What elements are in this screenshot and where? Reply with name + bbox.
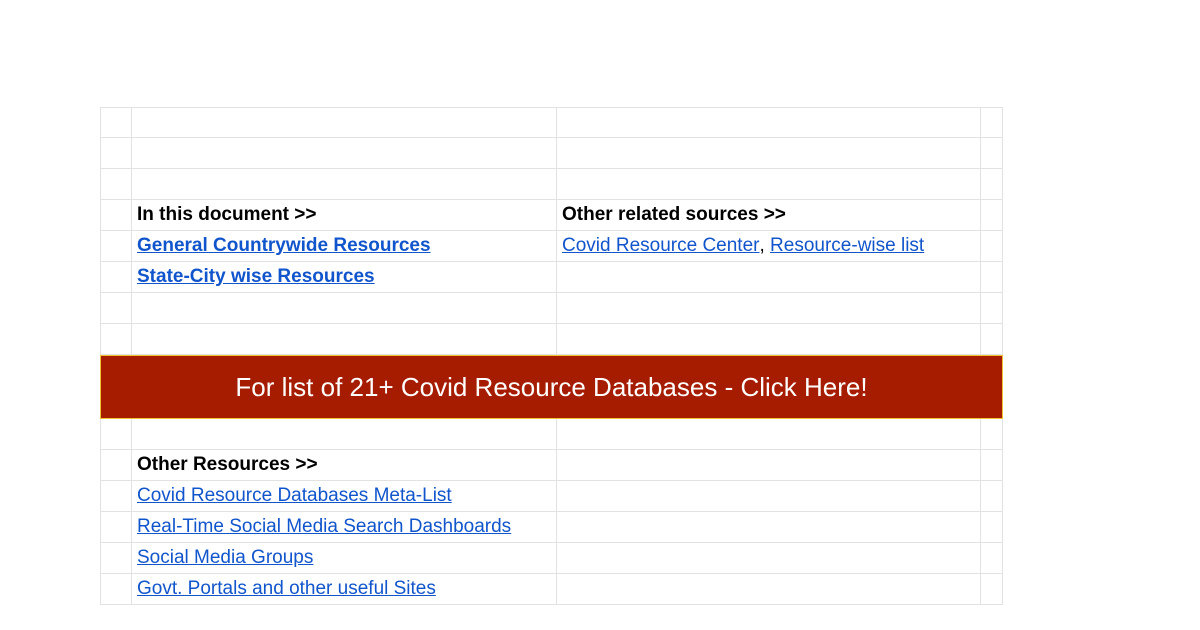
- sheet-cell[interactable]: [557, 169, 981, 199]
- sheet-cell[interactable]: [981, 543, 1003, 573]
- sheet-cell[interactable]: [100, 450, 132, 480]
- sheet-cell[interactable]: [100, 293, 132, 323]
- sheet-cell[interactable]: [981, 481, 1003, 511]
- sheet-cell[interactable]: [132, 169, 557, 199]
- sheet-cell[interactable]: [132, 138, 557, 168]
- sheet-cell[interactable]: [557, 574, 981, 604]
- sheet-cell[interactable]: [557, 450, 981, 480]
- covid-resource-center-link[interactable]: Covid Resource Center: [562, 235, 759, 257]
- sheet-cell[interactable]: [132, 108, 557, 137]
- sheet-cell[interactable]: [557, 481, 981, 511]
- sheet-cell[interactable]: [100, 512, 132, 542]
- sheet-row: Other Resources >>: [100, 450, 1003, 481]
- sheet-cell[interactable]: [981, 512, 1003, 542]
- sheet-cell: Real-Time Social Media Search Dashboards: [132, 512, 557, 542]
- social-media-dashboards-link[interactable]: Real-Time Social Media Search Dashboards: [137, 516, 511, 538]
- social-media-groups-link[interactable]: Social Media Groups: [137, 547, 313, 569]
- sheet-cell[interactable]: [981, 574, 1003, 604]
- sheet-cell[interactable]: [557, 324, 981, 354]
- link-separator: ,: [759, 235, 765, 256]
- sheet-row: [100, 107, 1003, 138]
- sheet-row: Social Media Groups: [100, 543, 1003, 574]
- sheet-cell[interactable]: [100, 108, 132, 137]
- sheet-cell[interactable]: [100, 324, 132, 354]
- sheet-cell: State-City wise Resources: [132, 262, 557, 292]
- sheet-row: [100, 419, 1003, 450]
- sheet-cell[interactable]: [100, 200, 132, 230]
- sheet-cell[interactable]: [100, 262, 132, 292]
- sheet-cell[interactable]: [557, 108, 981, 137]
- sheet-cell[interactable]: [100, 419, 132, 449]
- sheet-cell: General Countrywide Resources: [132, 231, 557, 261]
- sheet-cell[interactable]: [981, 200, 1003, 230]
- sheet-cell[interactable]: [132, 419, 557, 449]
- sheet-row: [100, 324, 1003, 355]
- sheet-cell[interactable]: [132, 324, 557, 354]
- sheet-cell[interactable]: [981, 419, 1003, 449]
- other-related-sources-header: Other related sources >>: [557, 200, 981, 230]
- sheet-row: General Countrywide Resources Covid Reso…: [100, 231, 1003, 262]
- sheet-cell[interactable]: [557, 512, 981, 542]
- banner-text: For list of 21+ Covid Resource Databases…: [235, 371, 868, 402]
- sheet-cell[interactable]: [100, 574, 132, 604]
- sheet-cell[interactable]: [981, 324, 1003, 354]
- sheet-cell[interactable]: [557, 419, 981, 449]
- sheet-cell[interactable]: [557, 138, 981, 168]
- sheet-cell[interactable]: [557, 262, 981, 292]
- sheet-row: [100, 169, 1003, 200]
- sheet-cell[interactable]: [100, 138, 132, 168]
- sheet-cell[interactable]: [981, 169, 1003, 199]
- spreadsheet-grid: In this document >> Other related source…: [100, 107, 1003, 605]
- sheet-cell[interactable]: [557, 543, 981, 573]
- covid-databases-banner-button[interactable]: For list of 21+ Covid Resource Databases…: [100, 355, 1003, 419]
- sheet-row: [100, 293, 1003, 324]
- sheet-cell: Covid Resource Databases Meta-List: [132, 481, 557, 511]
- sheet-cell: Covid Resource Center, Resource-wise lis…: [557, 231, 981, 261]
- resource-wise-list-link[interactable]: Resource-wise list: [770, 235, 924, 257]
- sheet-cell[interactable]: [981, 138, 1003, 168]
- sheet-cell[interactable]: [132, 293, 557, 323]
- sheet-row: Covid Resource Databases Meta-List: [100, 481, 1003, 512]
- govt-portals-link[interactable]: Govt. Portals and other useful Sites: [137, 578, 436, 600]
- state-city-wise-resources-link[interactable]: State-City wise Resources: [137, 266, 375, 288]
- sheet-cell: Social Media Groups: [132, 543, 557, 573]
- sheet-cell[interactable]: [981, 262, 1003, 292]
- general-countrywide-resources-link[interactable]: General Countrywide Resources: [137, 235, 431, 257]
- sheet-cell[interactable]: [100, 169, 132, 199]
- sheet-cell[interactable]: [100, 543, 132, 573]
- sheet-cell[interactable]: [981, 450, 1003, 480]
- sheet-cell: Govt. Portals and other useful Sites: [132, 574, 557, 604]
- covid-databases-meta-list-link[interactable]: Covid Resource Databases Meta-List: [137, 485, 452, 507]
- sheet-cell[interactable]: [981, 108, 1003, 137]
- sheet-row: Real-Time Social Media Search Dashboards: [100, 512, 1003, 543]
- sheet-row: State-City wise Resources: [100, 262, 1003, 293]
- sheet-row: In this document >> Other related source…: [100, 200, 1003, 231]
- in-this-document-header: In this document >>: [132, 200, 557, 230]
- sheet-cell[interactable]: [100, 231, 132, 261]
- other-resources-header: Other Resources >>: [132, 450, 557, 480]
- sheet-cell[interactable]: [981, 293, 1003, 323]
- sheet-cell[interactable]: [981, 231, 1003, 261]
- sheet-row: [100, 138, 1003, 169]
- sheet-cell[interactable]: [557, 293, 981, 323]
- sheet-row: Govt. Portals and other useful Sites: [100, 574, 1003, 605]
- sheet-cell[interactable]: [100, 481, 132, 511]
